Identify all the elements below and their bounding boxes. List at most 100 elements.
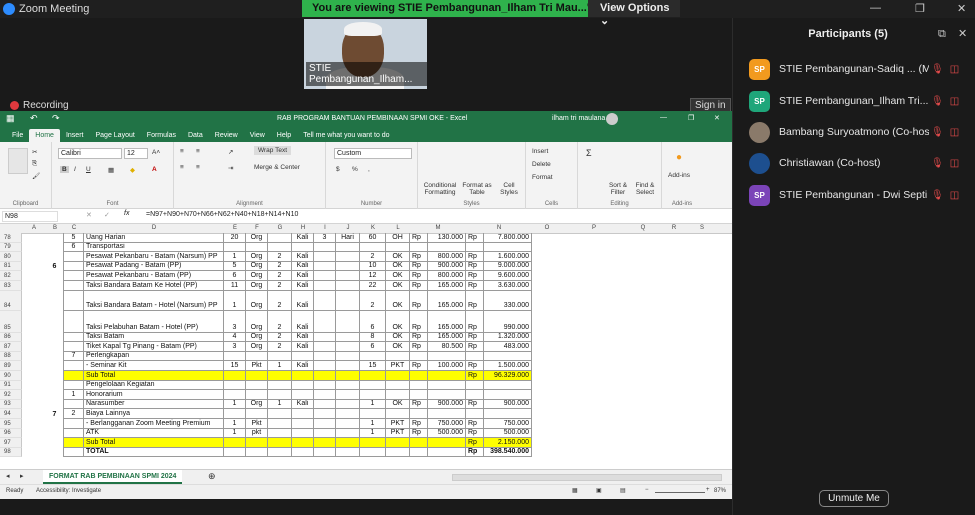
cell-g[interactable]: 2 [268, 281, 292, 291]
cell-k[interactable]: 6 [360, 310, 386, 333]
cell-c[interactable] [64, 399, 84, 410]
cell-nv[interactable]: 96.329.000 [484, 371, 532, 381]
cell-h[interactable]: Kali [292, 271, 314, 281]
zoom-in-icon[interactable]: + [706, 487, 710, 493]
cell-c[interactable] [64, 332, 84, 343]
column-header-s[interactable]: S [688, 225, 716, 231]
cell-f[interactable] [246, 351, 268, 362]
cell-b[interactable] [46, 380, 64, 391]
cell-i[interactable] [314, 261, 336, 272]
column-header-k[interactable]: K [360, 225, 386, 231]
restore-icon[interactable]: ❐ [915, 2, 925, 15]
cell-g[interactable] [268, 380, 292, 391]
font-color-icon[interactable]: A [152, 166, 157, 173]
cell-n1[interactable]: Rp [466, 332, 484, 343]
cell-n1[interactable]: Rp [466, 281, 484, 291]
cell-f[interactable]: Pkt [246, 361, 268, 371]
cell-m[interactable]: 800.000 [428, 271, 466, 281]
cell-m[interactable]: 900.000 [428, 399, 466, 410]
indent-icon[interactable]: ⇥ [228, 164, 233, 172]
cell-g[interactable] [268, 419, 292, 429]
cell-m[interactable]: 130.000 [428, 233, 466, 243]
cell-e[interactable] [224, 409, 246, 419]
cell-k[interactable]: 10 [360, 261, 386, 272]
cell-n1[interactable]: Rp [466, 233, 484, 243]
cell-m[interactable] [428, 390, 466, 400]
delete-cells-button[interactable]: Delete [532, 161, 551, 168]
table-row[interactable]: 82 Pesawat Pekanbaru - Batam (PP) 6 Org 2 Ka… [0, 271, 732, 281]
cell-f[interactable] [246, 447, 268, 458]
tab-help[interactable]: Help [271, 132, 297, 142]
cell-d[interactable]: Taksi Batam [84, 332, 224, 343]
cell-b[interactable] [46, 252, 64, 262]
cell-f[interactable]: Org [246, 261, 268, 272]
cell-b[interactable] [46, 351, 64, 362]
tab-formulas[interactable]: Formulas [141, 132, 182, 142]
cell-i[interactable] [314, 380, 336, 391]
cell-e[interactable] [224, 380, 246, 391]
column-header-c[interactable]: C [64, 225, 84, 231]
cell-m[interactable] [428, 438, 466, 448]
cell-g[interactable]: 2 [268, 290, 292, 311]
cell-i[interactable] [314, 447, 336, 458]
column-header-d[interactable]: D [84, 225, 224, 231]
bold-button[interactable]: B [60, 166, 69, 173]
cell-k[interactable] [360, 371, 386, 381]
cell-n1[interactable]: Rp [466, 290, 484, 311]
cell-b[interactable] [46, 290, 64, 311]
cell-h[interactable] [292, 351, 314, 362]
cell-m1[interactable]: Rp [410, 233, 428, 243]
cell-n1[interactable]: Rp [466, 428, 484, 439]
cell-h[interactable]: Kali [292, 261, 314, 272]
cell-n1[interactable]: Rp [466, 261, 484, 272]
copy-icon[interactable]: ⎘ [32, 160, 37, 168]
cell-h[interactable]: Kali [292, 361, 314, 371]
cell-h[interactable]: Kali [292, 281, 314, 291]
row-number[interactable]: 91 [0, 380, 22, 391]
format-painter-icon[interactable]: 🖌 [32, 172, 40, 180]
cell-l[interactable]: OK [386, 399, 410, 410]
cell-f[interactable]: Pkt [246, 419, 268, 429]
enter-formula-icon[interactable]: ✓ [104, 211, 110, 219]
cell-l[interactable] [386, 242, 410, 253]
cell-m[interactable]: 900.000 [428, 261, 466, 272]
cell-m1[interactable]: Rp [410, 361, 428, 371]
tab-view[interactable]: View [244, 132, 271, 142]
cell-j[interactable] [336, 281, 360, 291]
orientation-icon[interactable]: ↗ [228, 148, 233, 156]
align-center-icon[interactable]: ≡ [196, 164, 200, 171]
cell-k[interactable] [360, 242, 386, 253]
fill-color-icon[interactable]: ◆ [130, 166, 135, 174]
cell-j[interactable] [336, 252, 360, 262]
row-number[interactable]: 81 [0, 261, 22, 272]
cell-nv[interactable]: 1.320.000 [484, 332, 532, 343]
cell-e[interactable] [224, 351, 246, 362]
cell-i[interactable] [314, 252, 336, 262]
cell-l[interactable]: PKT [386, 419, 410, 429]
cell-d[interactable]: Pesawat Pekanbaru - Batam (PP) [84, 271, 224, 281]
cell-g[interactable] [268, 409, 292, 419]
cell-i[interactable] [314, 399, 336, 410]
cell-f[interactable]: Org [246, 399, 268, 410]
align-left-icon[interactable]: ≡ [180, 164, 184, 171]
cell-i[interactable] [314, 351, 336, 362]
cell-b[interactable] [46, 342, 64, 352]
cell-h[interactable]: Kali [292, 332, 314, 343]
cell-c[interactable] [64, 428, 84, 439]
cell-l[interactable]: OK [386, 342, 410, 352]
table-row[interactable]: 80 Pesawat Pekanbaru - Batam (Narsum) PP… [0, 252, 732, 262]
cell-h[interactable]: Kali [292, 342, 314, 352]
participant-item[interactable]: Christiawan (Co-host) 🎙 ◫ [749, 152, 975, 174]
cell-c[interactable] [64, 447, 84, 458]
cell-h[interactable] [292, 380, 314, 391]
column-header-a[interactable]: A [22, 225, 46, 231]
cell-n1[interactable] [466, 409, 484, 419]
cell-e[interactable]: 1 [224, 290, 246, 311]
cell-e[interactable] [224, 390, 246, 400]
cell-n1[interactable]: Rp [466, 310, 484, 333]
cell-m[interactable]: 750.000 [428, 419, 466, 429]
cell-m1[interactable]: Rp [410, 281, 428, 291]
cell-m1[interactable] [410, 351, 428, 362]
panel-close-icon[interactable]: ✕ [958, 27, 967, 40]
cell-d[interactable]: - Berlangganan Zoom Meeting Premium [84, 419, 224, 429]
